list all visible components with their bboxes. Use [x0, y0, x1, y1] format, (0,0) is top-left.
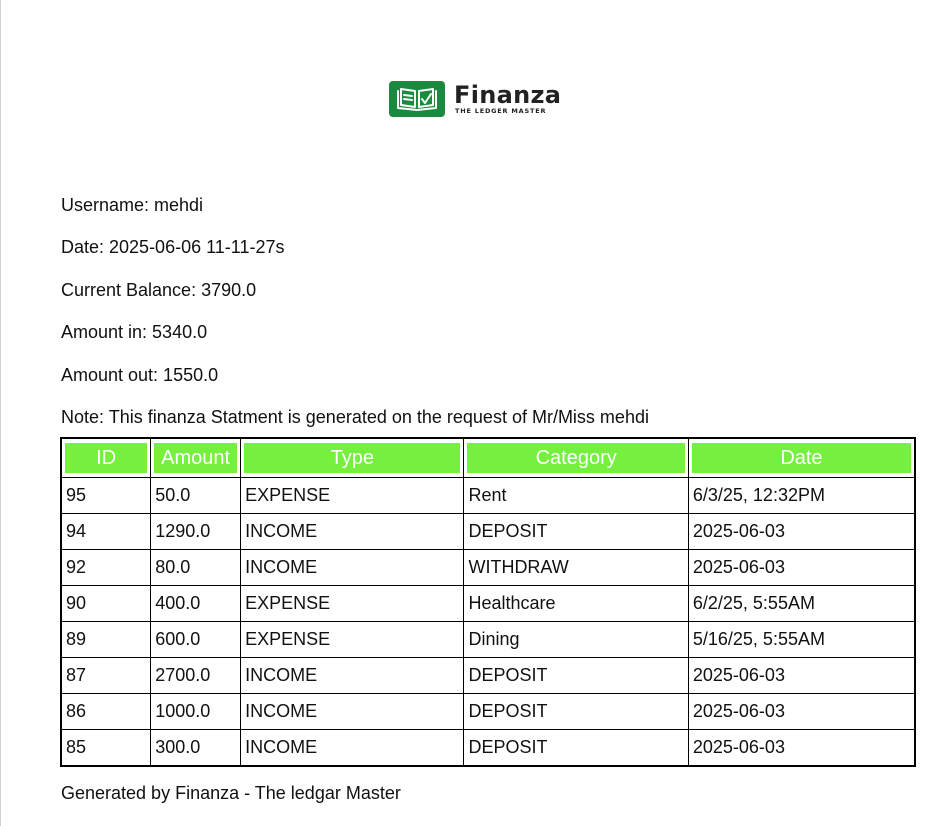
current-balance-line: Current Balance: 3790.0	[61, 280, 257, 300]
cell-amount: 1000.0	[150, 693, 242, 730]
header-type: Type	[240, 437, 465, 478]
cell-type: INCOME	[240, 549, 465, 586]
cell-date: 2025-06-03	[687, 549, 916, 586]
cell-date: 2025-06-03	[687, 513, 916, 550]
table-row: 89 600.0 EXPENSE Dining 5/16/25, 5:55AM	[60, 621, 916, 658]
table-row: 92 80.0 INCOME WITHDRAW 2025-06-03	[60, 549, 916, 586]
table-header-row: ID Amount Type Category Date	[60, 437, 916, 478]
cell-date: 6/3/25, 12:32PM	[687, 477, 916, 514]
cell-date: 5/16/25, 5:55AM	[687, 621, 916, 658]
table-row: 90 400.0 EXPENSE Healthcare 6/2/25, 5:55…	[60, 585, 916, 622]
table-row: 87 2700.0 INCOME DEPOSIT 2025-06-03	[60, 657, 916, 694]
cell-id: 89	[60, 621, 152, 658]
cell-id: 92	[60, 549, 152, 586]
finanza-logo: Finanza THE LEDGER MASTER	[389, 80, 561, 118]
amount-in-line: Amount in: 5340.0	[61, 322, 208, 342]
cell-category: Dining	[463, 621, 689, 658]
cell-id: 95	[60, 477, 152, 514]
cell-category: DEPOSIT	[463, 657, 689, 694]
cell-date: 2025-06-03	[687, 729, 916, 767]
cell-amount: 600.0	[150, 621, 242, 658]
cell-type: INCOME	[240, 657, 465, 694]
cell-type: EXPENSE	[240, 477, 465, 514]
table-row: 95 50.0 EXPENSE Rent 6/3/25, 12:32PM	[60, 477, 916, 514]
cell-amount: 1290.0	[150, 513, 242, 550]
cell-amount: 80.0	[150, 549, 242, 586]
cell-category: DEPOSIT	[463, 693, 689, 730]
ledger-book-icon	[389, 81, 445, 117]
logo-name: Finanza	[454, 81, 562, 109]
table-row: 86 1000.0 INCOME DEPOSIT 2025-06-03	[60, 693, 916, 730]
cell-category: DEPOSIT	[463, 729, 689, 767]
cell-id: 94	[60, 513, 152, 550]
cell-category: DEPOSIT	[463, 513, 689, 550]
logo-tagline: THE LEDGER MASTER	[455, 107, 547, 115]
cell-type: EXPENSE	[240, 621, 465, 658]
cell-category: Rent	[463, 477, 689, 514]
transactions-table: ID Amount Type Category Date 95 50.0 EXP…	[60, 437, 916, 767]
cell-amount: 50.0	[150, 477, 242, 514]
cell-category: WITHDRAW	[463, 549, 689, 586]
table-row: 85 300.0 INCOME DEPOSIT 2025-06-03	[60, 729, 916, 767]
footer-text: Generated by Finanza - The ledgar Master	[61, 783, 401, 803]
header-category: Category	[463, 437, 689, 478]
cell-id: 85	[60, 729, 152, 767]
header-amount: Amount	[150, 437, 242, 478]
cell-date: 2025-06-03	[687, 657, 916, 694]
note-line: Note: This finanza Statment is generated…	[61, 407, 649, 427]
cell-amount: 2700.0	[150, 657, 242, 694]
cell-category: Healthcare	[463, 585, 689, 622]
cell-type: INCOME	[240, 729, 465, 767]
amount-out-line: Amount out: 1550.0	[61, 365, 219, 385]
cell-id: 90	[60, 585, 152, 622]
cell-id: 87	[60, 657, 152, 694]
header-id: ID	[60, 437, 152, 478]
username-line: Username: mehdi	[61, 195, 204, 215]
cell-date: 2025-06-03	[687, 693, 916, 730]
date-line: Date: 2025-06-06 11-11-27s	[61, 237, 285, 257]
cell-amount: 400.0	[150, 585, 242, 622]
cell-id: 86	[60, 693, 152, 730]
cell-type: EXPENSE	[240, 585, 465, 622]
header-date: Date	[687, 437, 916, 478]
cell-type: INCOME	[240, 693, 465, 730]
table-row: 94 1290.0 INCOME DEPOSIT 2025-06-03	[60, 513, 916, 550]
cell-type: INCOME	[240, 513, 465, 550]
page-edge	[0, 0, 1, 826]
cell-amount: 300.0	[150, 729, 242, 767]
cell-date: 6/2/25, 5:55AM	[687, 585, 916, 622]
